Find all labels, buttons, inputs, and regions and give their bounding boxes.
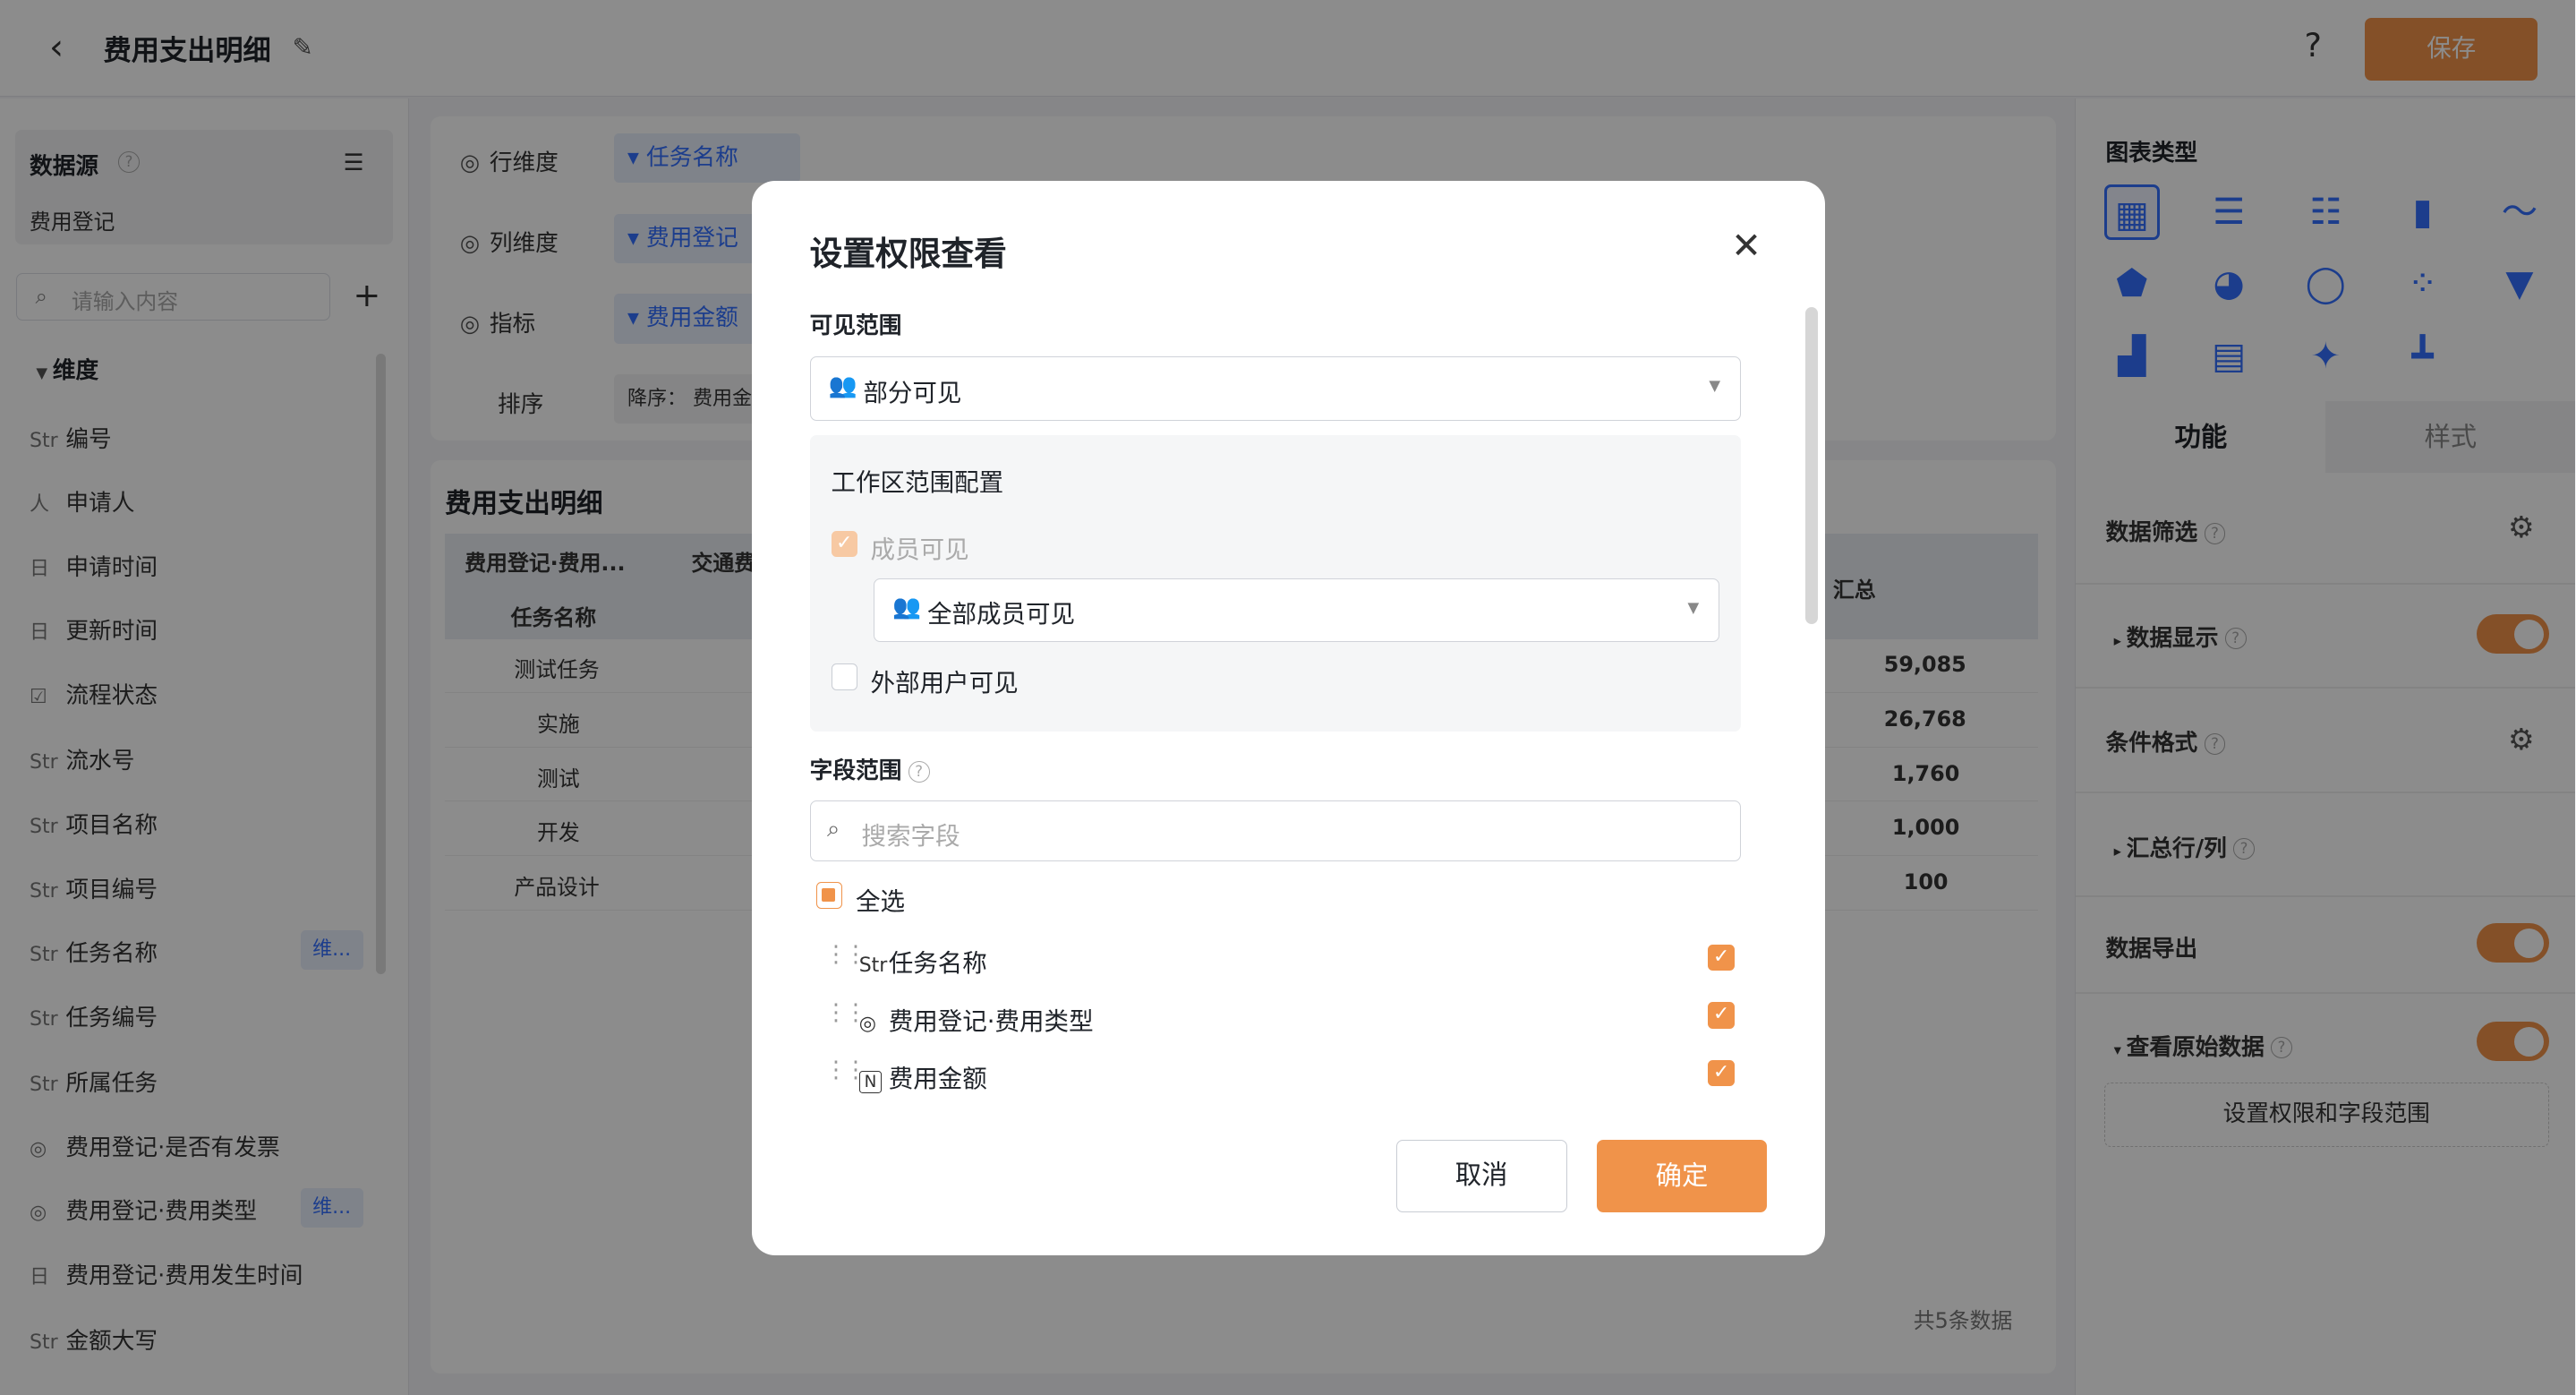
drag-handle-icon[interactable]: ⋮⋮ (824, 941, 867, 968)
member-scope-select[interactable]: 👥 全部成员可见 ▼ (874, 578, 1720, 643)
drag-handle-icon[interactable]: ⋮⋮ (824, 999, 867, 1026)
caret-down-icon: ▼ (1687, 598, 1700, 616)
field-search-input[interactable]: ⌕ 搜索字段 (809, 800, 1742, 861)
users-icon: 👥 (828, 372, 857, 399)
field-checkbox[interactable]: ✓ (1708, 1002, 1735, 1029)
field-range-label: 字段范围? (810, 752, 930, 785)
modal-title: 设置权限查看 (809, 235, 1007, 274)
select-all-label: 全选 (856, 886, 906, 916)
drag-handle-icon[interactable]: ⋮⋮ (824, 1057, 867, 1083)
caret-down-icon: ▼ (1709, 377, 1721, 395)
field-row: ◎ 费用登记·费用类型 (858, 1006, 1094, 1036)
close-icon[interactable]: ✕ (1731, 225, 1761, 267)
member-visible-label: 成员可见 (870, 535, 969, 564)
field-checkbox[interactable]: ✓ (1708, 945, 1735, 971)
member-visible-checkbox[interactable]: ✓ (831, 530, 857, 558)
visible-range-select[interactable]: 👥 部分可见 ▼ (809, 356, 1742, 421)
modal-scrollbar[interactable] (1804, 307, 1819, 625)
users-icon: 👥 (892, 594, 922, 621)
visible-range-label: 可见范围 (809, 312, 902, 340)
field-row: Str任务名称 (858, 949, 987, 979)
search-icon: ⌕ (826, 816, 840, 843)
external-visible-label: 外部用户可见 (870, 668, 1019, 698)
select-all-checkbox[interactable] (815, 882, 843, 909)
workspace-title: 工作区范围配置 (831, 467, 1004, 497)
confirm-button[interactable]: 确定 (1596, 1140, 1768, 1213)
help-circle-icon[interactable]: ? (908, 761, 930, 783)
field-row: N 费用金额 (858, 1058, 987, 1094)
external-visible-checkbox[interactable] (831, 663, 857, 690)
cancel-button[interactable]: 取消 (1395, 1140, 1567, 1213)
field-checkbox[interactable]: ✓ (1708, 1059, 1735, 1086)
